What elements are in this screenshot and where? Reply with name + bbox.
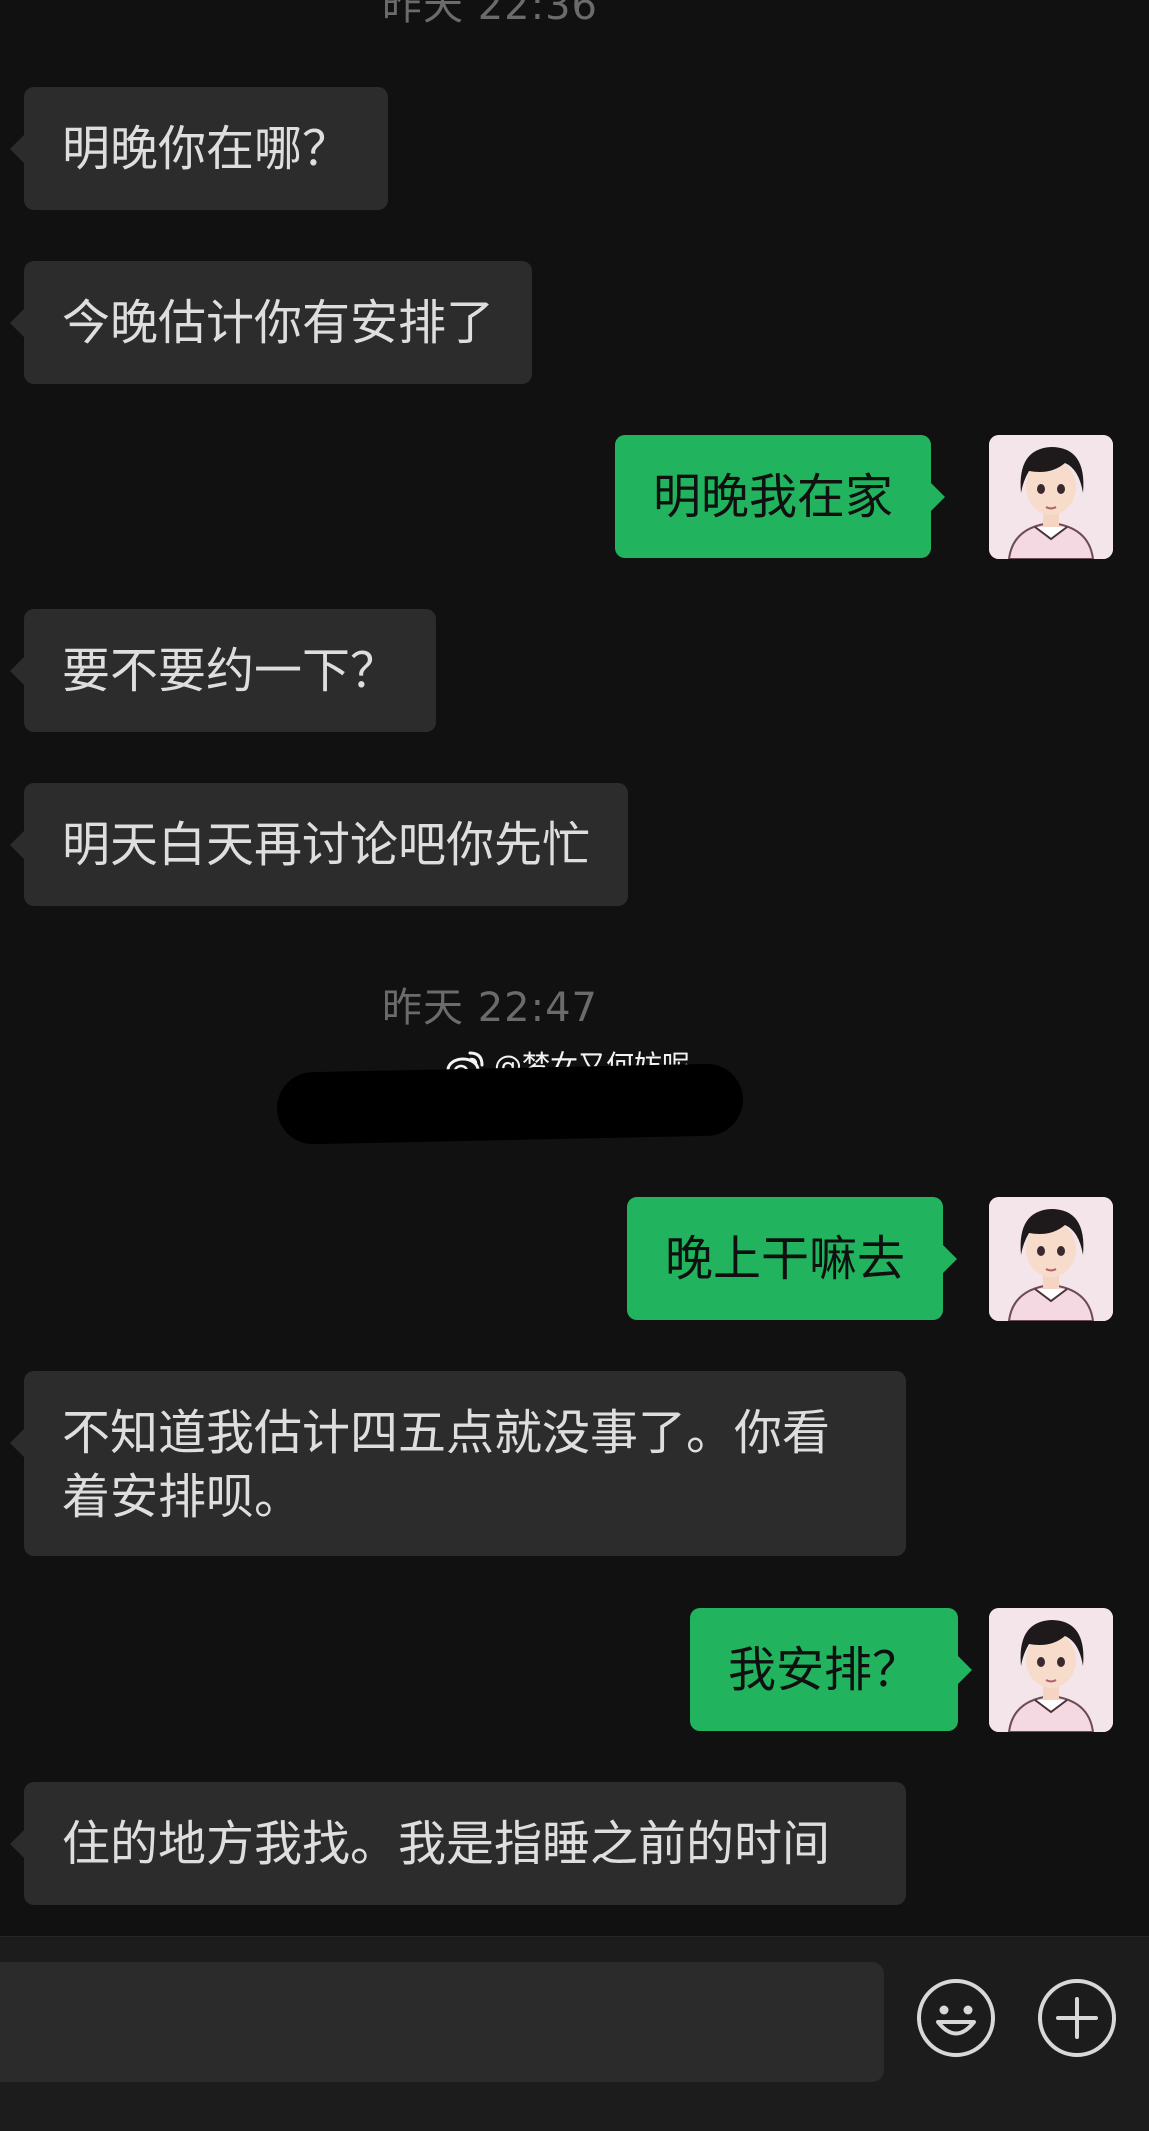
plus-button[interactable] [1036,1977,1118,2059]
plus-icon [1038,1979,1116,2057]
emoji-icon [917,1979,995,2057]
avatar-portrait-icon [989,1608,1113,1732]
message-bubble-incoming[interactable]: 明晚你在哪？ [9,87,389,210]
message-bubble-incoming[interactable]: 住的地方我找。我是指睡之前的时间 [10,1782,906,1905]
message-bubble-incoming[interactable]: 不知道我估计四五点就没事了。你看 着安排呗。 [10,1371,906,1556]
avatar-portrait-icon [989,435,1113,559]
message-bubble-outgoing[interactable]: 明晚我在家 [615,435,946,558]
emoji-button[interactable] [915,1977,997,2059]
message-bubble-incoming[interactable]: 明天白天再讨论吧你先忙 [9,783,629,906]
message-bubble-incoming[interactable]: 要不要约一下？ [9,609,437,732]
message-bubble-outgoing[interactable]: 我安排？ [690,1608,973,1731]
timestamp: 昨天 22:47 [382,985,598,1031]
avatar-portrait-icon [989,1197,1113,1321]
user-avatar[interactable] [989,435,1113,559]
chat-area[interactable]: 昨天 22:36 明晚你在哪？ 今晚估计你有安排了 明晚我在家 要不要约一下？ … [0,0,1149,1936]
message-bubble-incoming[interactable]: 今晚估计你有安排了 [9,261,533,384]
user-avatar[interactable] [989,1608,1113,1732]
redaction-mark [276,1063,744,1145]
input-bar [0,1936,1149,2131]
message-input[interactable] [0,1962,884,2082]
message-bubble-outgoing[interactable]: 晚上干嘛去 [627,1197,958,1320]
timestamp: 昨天 22:36 [382,0,598,29]
user-avatar[interactable] [989,1197,1113,1321]
